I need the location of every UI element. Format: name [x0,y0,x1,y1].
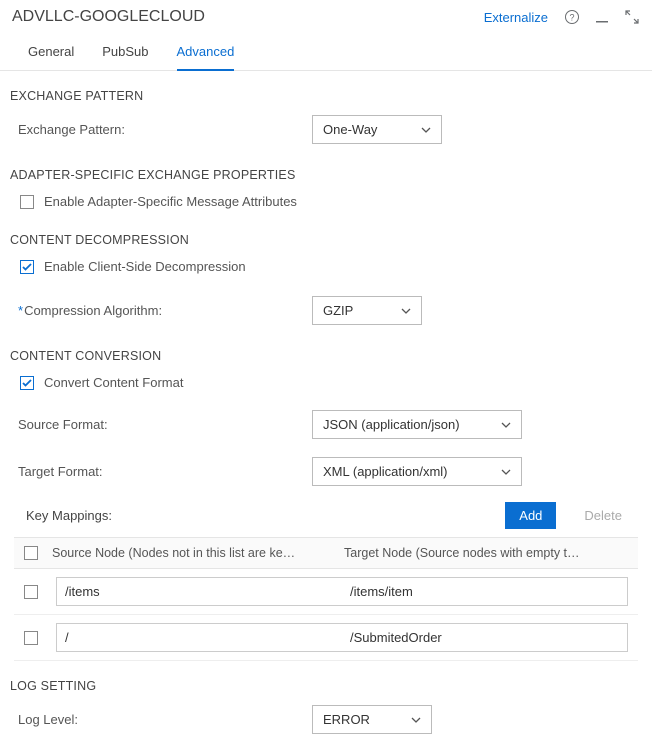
key-mappings-table: Source Node (Nodes not in this list are … [14,537,638,661]
table-row [14,569,638,615]
log-level-value: ERROR [323,712,370,727]
section-adapter-props: ADAPTER-SPECIFIC EXCHANGE PROPERTIES [0,150,652,188]
log-level-select[interactable]: ERROR [312,705,432,734]
svg-text:?: ? [569,13,574,23]
enable-adapter-attr-checkbox[interactable] [20,195,34,209]
tab-advanced[interactable]: Advanced [177,38,235,71]
chevron-down-icon [501,467,511,477]
key-mappings-label: Key Mappings: [26,508,505,523]
enable-client-decomp-label: Enable Client-Side Decompression [44,259,246,274]
externalize-link[interactable]: Externalize [484,10,548,25]
target-node-input[interactable] [342,578,627,605]
section-content-conv: CONTENT CONVERSION [0,331,652,369]
expand-icon[interactable] [624,9,640,25]
exchange-pattern-value: One-Way [323,122,377,137]
target-format-value: XML (application/xml) [323,464,448,479]
exchange-pattern-label: Exchange Pattern: [12,122,312,137]
source-format-label: Source Format: [12,417,312,432]
log-level-label: Log Level: [12,712,312,727]
minimize-icon[interactable] [594,9,610,25]
chevron-down-icon [401,306,411,316]
compression-algo-value: GZIP [323,303,353,318]
chevron-down-icon [411,715,421,725]
help-icon[interactable]: ? [564,9,580,25]
column-source-node: Source Node (Nodes not in this list are … [52,546,344,560]
enable-adapter-attr-label: Enable Adapter-Specific Message Attribut… [44,194,297,209]
add-button[interactable]: Add [505,502,556,529]
section-exchange-pattern: EXCHANGE PATTERN [0,71,652,109]
target-format-label: Target Format: [12,464,312,479]
tab-pubsub[interactable]: PubSub [102,38,148,70]
source-node-input[interactable] [57,624,342,651]
compression-algo-label: Compression Algorithm: [12,303,312,318]
enable-client-decomp-checkbox[interactable] [20,260,34,274]
source-format-select[interactable]: JSON (application/json) [312,410,522,439]
tab-general[interactable]: General [28,38,74,70]
delete-button[interactable]: Delete [570,502,636,529]
section-log-setting: LOG SETTING [0,661,652,699]
compression-algo-select[interactable]: GZIP [312,296,422,325]
row-checkbox[interactable] [24,631,38,645]
chevron-down-icon [501,420,511,430]
target-format-select[interactable]: XML (application/xml) [312,457,522,486]
column-target-node: Target Node (Source nodes with empty t… [344,546,628,560]
row-checkbox[interactable] [24,585,38,599]
page-title: ADVLLC-GOOGLECLOUD [12,8,484,26]
convert-content-checkbox[interactable] [20,376,34,390]
target-node-input[interactable] [342,624,627,651]
convert-content-label: Convert Content Format [44,375,183,390]
section-content-decomp: CONTENT DECOMPRESSION [0,215,652,253]
select-all-checkbox[interactable] [24,546,38,560]
source-node-input[interactable] [57,578,342,605]
source-format-value: JSON (application/json) [323,417,460,432]
chevron-down-icon [421,125,431,135]
table-row [14,615,638,661]
tabs: General PubSub Advanced [0,26,652,71]
exchange-pattern-select[interactable]: One-Way [312,115,442,144]
